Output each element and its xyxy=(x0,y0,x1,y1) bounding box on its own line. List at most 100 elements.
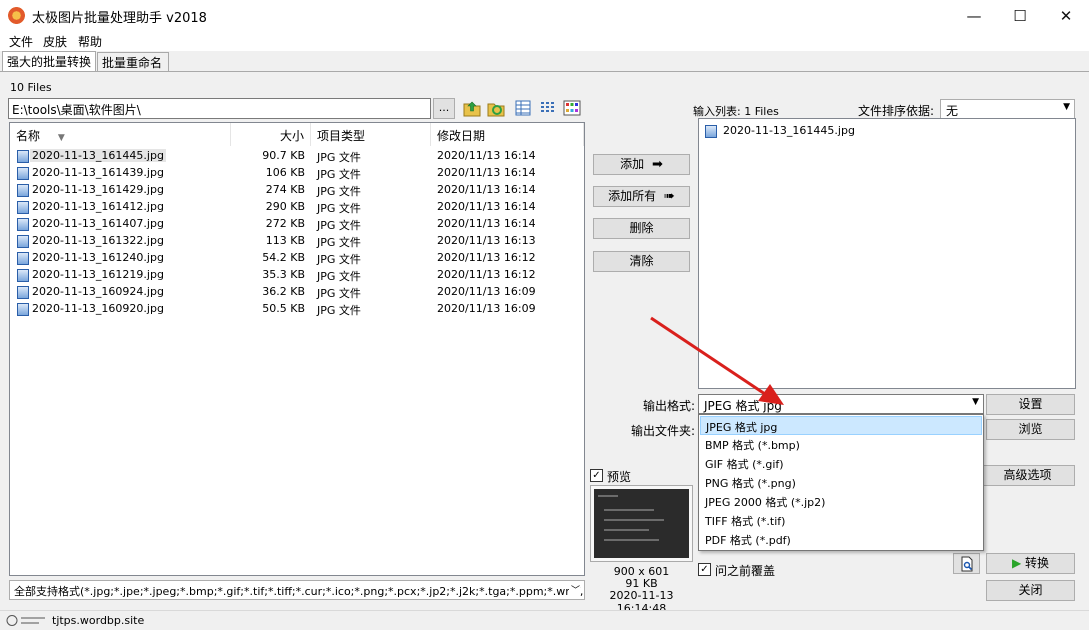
overwrite-checkbox[interactable]: ✓ xyxy=(698,563,711,576)
convert-button[interactable]: ▶ 转换 xyxy=(986,553,1075,574)
file-date-cell: 2020/11/13 16:14 xyxy=(437,183,536,196)
file-date-cell: 2020/11/13 16:14 xyxy=(437,200,536,213)
file-type-cell: JPG 文件 xyxy=(317,270,361,283)
clear-button[interactable]: 清除 xyxy=(593,251,690,272)
delete-button[interactable]: 删除 xyxy=(593,218,690,239)
file-type-cell: JPG 文件 xyxy=(317,185,361,198)
list-view-icon[interactable] xyxy=(539,99,557,117)
file-type-cell: JPG 文件 xyxy=(317,287,361,300)
menu-skin[interactable]: 皮肤 xyxy=(43,33,67,50)
image-file-icon xyxy=(17,167,29,180)
browse-output-button[interactable]: 浏览 xyxy=(986,419,1075,440)
path-input[interactable]: E:\tools\桌面\软件图片\ xyxy=(8,98,431,119)
convert-button-label: 转换 xyxy=(1025,556,1050,570)
file-date-cell: 2020/11/13 16:09 xyxy=(437,302,536,315)
chevron-down-icon: ﹀ xyxy=(568,583,580,596)
list-item[interactable]: 2020-11-13_161445.jpg xyxy=(705,123,905,140)
preview-checkbox[interactable]: ✓ xyxy=(590,469,603,482)
input-list-label: 输入列表: 1 Files xyxy=(693,105,779,118)
file-size-cell: 36.2 KB xyxy=(262,285,305,298)
dropdown-option[interactable]: PDF 格式 (*.pdf) xyxy=(700,530,982,549)
file-date-cell: 2020/11/13 16:09 xyxy=(437,285,536,298)
file-type-cell: JPG 文件 xyxy=(317,219,361,232)
table-row[interactable]: 2020-11-13_161445.jpg 90.7 KB JPG 文件 2020/1… xyxy=(10,148,584,165)
image-file-icon xyxy=(17,303,29,316)
dropdown-option[interactable]: JPEG 格式 jpg xyxy=(700,416,982,435)
settings-button[interactable]: 设置 xyxy=(986,394,1075,415)
add-all-button[interactable]: 添加所有 ➠ xyxy=(593,186,690,207)
advanced-options-button[interactable]: 高级选项 xyxy=(980,465,1075,486)
add-button[interactable]: 添加 ➡ xyxy=(593,154,690,175)
format-dropdown-list[interactable]: JPEG 格式 jpg BMP 格式 (*.bmp) GIF 格式 (*.gif) P… xyxy=(698,414,984,551)
column-header-date[interactable]: 修改日期 xyxy=(431,123,584,146)
file-name-cell: 2020-11-13_161322.jpg xyxy=(32,234,164,247)
column-name-label: 名称 xyxy=(16,129,41,143)
dropdown-option[interactable]: PNG 格式 (*.png) xyxy=(700,473,982,492)
image-file-icon xyxy=(705,125,717,138)
minimize-button[interactable]: — xyxy=(951,0,997,31)
column-header-name[interactable]: 名称 ▼ xyxy=(10,123,231,146)
title-bar: 太极图片批量处理助手 v2018 — ☐ ✕ xyxy=(0,0,1089,31)
dropdown-option[interactable]: GIF 格式 (*.gif) xyxy=(700,454,982,473)
annotation-arrow xyxy=(650,316,784,405)
file-size-cell: 35.3 KB xyxy=(262,268,305,281)
file-type-cell: JPG 文件 xyxy=(317,253,361,266)
maximize-button[interactable]: ☐ xyxy=(997,0,1043,31)
preview-image xyxy=(590,485,693,562)
file-type-cell: JPG 文件 xyxy=(317,236,361,249)
image-file-icon xyxy=(17,150,29,163)
table-row[interactable]: 2020-11-13_161219.jpg 35.3 KB JPG 文件 2020/1… xyxy=(10,267,584,284)
add-button-label: 添加 xyxy=(620,157,645,171)
dropdown-option[interactable]: TIFF 格式 (*.tif) xyxy=(700,511,982,530)
table-row[interactable]: 2020-11-13_161412.jpg 290 KB JPG 文件 2020/11… xyxy=(10,199,584,216)
menu-file[interactable]: 文件 xyxy=(9,33,33,50)
app-logo-icon xyxy=(8,7,25,24)
table-row[interactable]: 2020-11-13_160920.jpg 50.5 KB JPG 文件 2020/1… xyxy=(10,301,584,318)
column-header-type[interactable]: 项目类型 xyxy=(311,123,431,146)
column-header-size[interactable]: 大小 xyxy=(231,123,311,146)
table-row[interactable]: 2020-11-13_161240.jpg 54.2 KB JPG 文件 2020/1… xyxy=(10,250,584,267)
close-window-button[interactable]: ✕ xyxy=(1043,0,1089,31)
overwrite-label: 问之前覆盖 xyxy=(715,564,776,578)
dropdown-option[interactable]: BMP 格式 (*.bmp) xyxy=(700,435,982,454)
browse-path-button[interactable]: ... xyxy=(433,98,455,119)
file-name-cell: 2020-11-13_161412.jpg xyxy=(32,200,164,213)
sort-label: 文件排序依据: xyxy=(858,104,935,118)
file-type-cell: JPG 文件 xyxy=(317,304,361,317)
preview-file-button[interactable] xyxy=(953,553,980,574)
image-file-icon xyxy=(17,184,29,197)
dropdown-option[interactable]: JPEG 2000 格式 (*.jp2) xyxy=(700,492,982,511)
file-name-cell: 2020-11-13_161240.jpg xyxy=(32,251,164,264)
file-name-cell: 2020-11-13_160920.jpg xyxy=(32,302,164,315)
file-type-cell: JPG 文件 xyxy=(317,168,361,181)
menu-help[interactable]: 帮助 xyxy=(78,33,102,50)
file-date-cell: 2020/11/13 16:14 xyxy=(437,149,536,162)
status-site: tjtps.wordbp.site xyxy=(52,614,145,627)
table-row[interactable]: 2020-11-13_161322.jpg 113 KB JPG 文件 2020/11… xyxy=(10,233,584,250)
tab-batch-convert[interactable]: 强大的批量转换 xyxy=(2,51,96,71)
refresh-icon[interactable] xyxy=(487,99,505,117)
details-view-icon[interactable] xyxy=(514,99,532,117)
thumbnail-view-icon[interactable] xyxy=(563,99,581,117)
tab-batch-rename[interactable]: 批量重命名 xyxy=(97,52,169,71)
tab-divider xyxy=(0,71,1089,72)
table-row[interactable]: 2020-11-13_161407.jpg 272 KB JPG 文件 2020/11… xyxy=(10,216,584,233)
sort-select[interactable]: 无 ▼ xyxy=(940,99,1075,119)
preview-thumbnail xyxy=(594,489,689,558)
file-type-cell: JPG 文件 xyxy=(317,202,361,215)
play-icon: ▶ xyxy=(1011,556,1022,570)
close-button[interactable]: 关闭 xyxy=(986,580,1075,601)
files-count: 10 Files xyxy=(10,81,52,94)
folder-up-icon[interactable] xyxy=(463,99,481,117)
table-row[interactable]: 2020-11-13_161439.jpg 106 KB JPG 文件 2020/11… xyxy=(10,165,584,182)
file-filter-select[interactable]: 全部支持格式(*.jpg;*.jpe;*.jpeg;*.bmp;*.gif;*.… xyxy=(9,580,585,600)
add-all-button-label: 添加所有 xyxy=(608,189,657,203)
image-file-icon xyxy=(17,201,29,214)
file-name-cell: 2020-11-13_161445.jpg xyxy=(30,149,166,162)
file-list[interactable]: 名称 ▼ 大小 项目类型 修改日期 2020-11-13_161445.jpg 9… xyxy=(9,122,585,576)
preview-detail xyxy=(604,509,654,511)
table-row[interactable]: 2020-11-13_160924.jpg 36.2 KB JPG 文件 2020/1… xyxy=(10,284,584,301)
image-file-icon xyxy=(17,218,29,231)
table-row[interactable]: 2020-11-13_161429.jpg 274 KB JPG 文件 2020/11… xyxy=(10,182,584,199)
file-date-cell: 2020/11/13 16:12 xyxy=(437,268,536,281)
